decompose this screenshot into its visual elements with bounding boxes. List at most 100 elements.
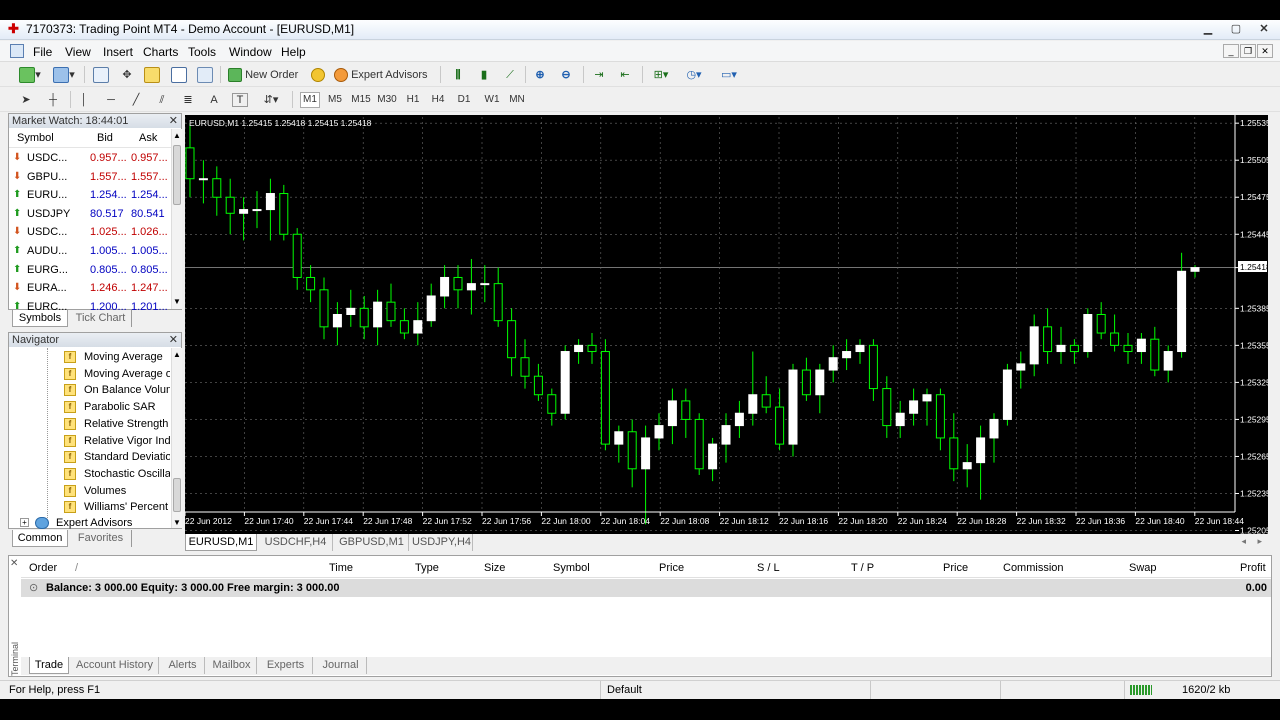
tree-indicator-item[interactable]: f Parabolic SAR (9, 399, 169, 416)
tree-indicator-item[interactable]: f Standard Deviation (9, 449, 170, 466)
tab-alerts[interactable]: Alerts (161, 657, 205, 674)
tab-experts[interactable]: Experts (259, 657, 313, 674)
tab-account-history[interactable]: Account History (71, 657, 159, 674)
tf-h4[interactable]: H4 (428, 91, 448, 109)
fibonacci-icon[interactable]: ≣ (180, 91, 196, 109)
col-tp[interactable]: T / P (851, 558, 874, 578)
auto-scroll-icon[interactable]: ⇥ (590, 66, 608, 84)
col-price[interactable]: Price (659, 558, 684, 578)
candlesticks-icon[interactable]: ▮ (475, 66, 493, 84)
templates-icon[interactable]: ▭▾ (716, 66, 742, 84)
scroll-down-icon[interactable]: ▼ (173, 297, 181, 306)
tree-indicator-item[interactable]: f Moving Average of (9, 366, 170, 383)
periods-icon[interactable]: ◷▾ (681, 66, 707, 84)
chart-window-icon[interactable] (10, 44, 24, 58)
line-chart-icon[interactable]: ⟋ (501, 66, 519, 84)
tab-common[interactable]: Common (12, 530, 68, 547)
market-watch-row[interactable]: ⬇ USDC... 0.957... 0.957... (9, 149, 171, 167)
tf-m5[interactable]: M5 (324, 91, 346, 109)
price-chart[interactable]: 1.25535 1.25505 1.25475 1.25445 1.25385 1.253… (184, 115, 1271, 536)
col-sl[interactable]: S / L (757, 558, 780, 578)
menu-tools[interactable]: Tools (188, 45, 216, 59)
col-bid[interactable]: Bid (97, 129, 113, 148)
cursor-icon[interactable]: ➤ (18, 91, 34, 109)
tree-indicator-item[interactable]: f Moving Average (9, 349, 169, 366)
menu-insert[interactable]: Insert (103, 45, 133, 59)
maximize-icon[interactable]: ▢ (1222, 20, 1250, 38)
col-price-current[interactable]: Price (943, 558, 968, 578)
data-window-icon[interactable]: ✥ (118, 66, 136, 84)
chart-tab-usdchf-h4[interactable]: USDCHF,H4 (259, 534, 333, 551)
scroll-thumb[interactable] (173, 145, 181, 205)
col-commission[interactable]: Commission (1003, 558, 1064, 578)
close-icon[interactable]: ✕ (169, 114, 178, 128)
menu-file[interactable]: File (33, 45, 52, 59)
close-icon[interactable]: ✕ (169, 333, 178, 347)
col-time[interactable]: Time (329, 558, 353, 578)
tree-indicator-item[interactable]: f Relative Strength Index (9, 416, 170, 433)
col-symbol[interactable]: Symbol (17, 129, 54, 148)
vertical-line-icon[interactable]: │ (76, 91, 92, 109)
bar-chart-icon[interactable]: ⫼ (449, 66, 467, 84)
text-tool-icon[interactable]: A (206, 91, 222, 109)
col-order[interactable]: Order (29, 558, 57, 578)
chart-window[interactable]: 1.25535 1.25505 1.25475 1.25445 1.25385 1.253… (184, 115, 1271, 536)
tree-indicator-item[interactable]: f Stochastic Oscillator (9, 466, 170, 483)
chart-tab-eurusd-m1[interactable]: EURUSD,M1 (185, 534, 257, 551)
tab-mailbox[interactable]: Mailbox (207, 657, 257, 674)
tab-symbols[interactable]: Symbols (12, 310, 68, 327)
zoom-out-icon[interactable]: ⊖ (557, 66, 575, 84)
tab-favorites[interactable]: Favorites (70, 530, 132, 547)
close-icon[interactable]: ✕ (1250, 20, 1278, 38)
menu-charts[interactable]: Charts (143, 45, 178, 59)
scroll-up-icon[interactable]: ▲ (173, 131, 181, 140)
market-watch-row[interactable]: ⬇ EURA... 1.246... 1.247... (9, 279, 171, 297)
col-profit[interactable]: Profit (1240, 558, 1266, 578)
autotrading-icon[interactable] (310, 66, 326, 84)
mdi-minimize-icon[interactable]: _ (1223, 44, 1239, 58)
expand-icon[interactable]: + (20, 518, 29, 527)
tab-tick-chart[interactable]: Tick Chart (70, 310, 132, 327)
profiles-icon[interactable]: ▾ (50, 66, 78, 84)
new-order-button[interactable]: New Order (228, 66, 308, 84)
close-icon[interactable]: ✕ (10, 558, 18, 569)
col-size[interactable]: Size (484, 558, 505, 578)
tree-indicator-item[interactable]: f Volumes (9, 483, 169, 500)
col-swap[interactable]: Swap (1129, 558, 1157, 578)
tree-indicator-item[interactable]: f Williams' Percent Range (9, 499, 170, 516)
tf-h1[interactable]: H1 (403, 91, 423, 109)
equidistant-channel-icon[interactable]: ⫽ (154, 91, 170, 109)
text-label-icon[interactable]: T (232, 93, 248, 107)
strategy-tester-icon[interactable] (196, 66, 214, 84)
chart-shift-icon[interactable]: ⇤ (616, 66, 634, 84)
new-chart-icon[interactable]: ▾ (16, 66, 44, 84)
mdi-close-icon[interactable]: ✕ (1257, 44, 1273, 58)
tf-d1[interactable]: D1 (454, 91, 474, 109)
navigator-icon[interactable] (143, 66, 161, 84)
tab-trade[interactable]: Trade (29, 657, 69, 674)
tab-scroll-left-icon[interactable]: ◂ (1241, 536, 1246, 547)
sort-icon[interactable]: / (75, 558, 78, 578)
tf-m1[interactable]: M1 (300, 92, 320, 108)
market-watch-row[interactable]: ⬆ USDJPY 80.517 80.541 (9, 205, 171, 223)
market-watch-row[interactable]: ⬆ EURU... 1.254... 1.254... (9, 186, 171, 204)
chart-tab-gbpusd-m1[interactable]: GBPUSD,M1 (335, 534, 409, 551)
tree-indicator-item[interactable]: f On Balance Volume (9, 382, 170, 399)
market-watch-icon[interactable] (92, 66, 110, 84)
trendline-icon[interactable]: ╱ (128, 91, 144, 109)
tab-scroll-right-icon[interactable]: ▸ (1257, 536, 1262, 547)
tree-indicator-item[interactable]: f Relative Vigor Index (9, 433, 170, 450)
market-watch-row[interactable]: ⬇ USDC... 1.025... 1.026... (9, 223, 171, 241)
scroll-thumb[interactable] (173, 478, 181, 512)
expert-advisors-button[interactable]: Expert Advisors (334, 66, 434, 84)
market-watch-row[interactable]: ⬆ EURG... 0.805... 0.805... (9, 261, 171, 279)
terminal-icon[interactable] (170, 66, 188, 84)
market-watch-row[interactable]: ⬇ GBPU... 1.557... 1.557... (9, 168, 171, 186)
scroll-down-icon[interactable]: ▼ (173, 518, 181, 527)
status-profile[interactable]: Default (607, 681, 642, 699)
market-watch-row[interactable]: ⬆ AUDU... 1.005... 1.005... (9, 242, 171, 260)
menu-help[interactable]: Help (281, 45, 306, 59)
horizontal-line-icon[interactable]: ─ (103, 91, 119, 109)
arrows-icon[interactable]: ⇵▾ (258, 91, 284, 109)
col-symbol[interactable]: Symbol (553, 558, 590, 578)
